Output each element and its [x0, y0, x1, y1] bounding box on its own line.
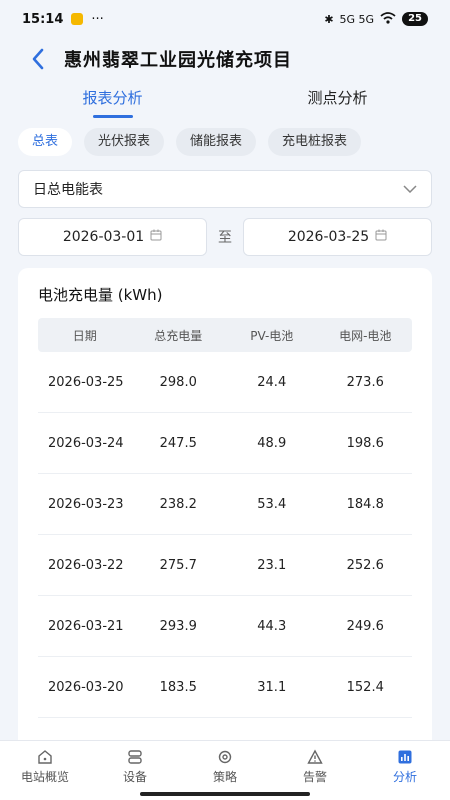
column-header-pv-battery: PV-电池	[250, 328, 294, 343]
data-table: 日期 总充电量 PV-电池 电网-电池 2026-03-25 298.0 24.4 2…	[38, 318, 412, 779]
page-title: 惠州翡翠工业园光储充项目	[64, 50, 292, 71]
cell-total-charge: 238.2	[159, 496, 197, 512]
cell-pv-battery: 24.4	[257, 374, 287, 390]
cell-total-charge: 275.7	[159, 557, 197, 573]
report-select-value: 日总电能表	[33, 182, 103, 198]
date-separator: 至	[218, 230, 232, 246]
tab-label: 分析	[392, 770, 417, 784]
tab-point-analysis[interactable]: 测点分析	[225, 82, 450, 118]
start-date-field[interactable]: 2026-03-01	[18, 218, 207, 256]
cell-grid-battery: 273.6	[346, 374, 384, 390]
table-row: 2026-03-21 293.9 44.3 249.6	[38, 596, 412, 657]
cell-pv-battery: 44.3	[257, 618, 287, 634]
table-row: 2026-03-24 247.5 48.9 198.6	[38, 413, 412, 474]
cell-pv-battery: 48.9	[257, 435, 287, 451]
cell-grid-battery: 252.6	[346, 557, 384, 573]
status-bar: 15:14 ··· ✱ 5G 5G 25	[0, 0, 450, 38]
cell-total-charge: 183.5	[159, 679, 197, 695]
end-date-value: 2026-03-25	[287, 229, 370, 245]
battery-charge-card: 电池充电量 (kWh) 日期 总充电量 PV-电池 电网-电池 2026-03-…	[18, 268, 432, 788]
column-header-grid-battery: 电网-电池	[339, 328, 392, 343]
main-tabs: 报表分析 测点分析	[0, 82, 450, 118]
report-type-tabs: 总表 光伏报表 储能报表 充电桩报表	[18, 128, 362, 156]
cell-pv-battery: 23.1	[257, 557, 287, 573]
cell-grid-battery: 198.6	[346, 435, 384, 451]
table-body: 2026-03-25 298.0 24.4 273.6 2026-03-24 247.5 4…	[38, 352, 412, 779]
tab-label: 设备	[122, 770, 147, 784]
calendar-icon	[150, 229, 162, 245]
end-date-field[interactable]: 2026-03-25	[243, 218, 432, 256]
tab-label: 电站概览	[20, 770, 69, 784]
tab-overview[interactable]: 电站概览	[0, 741, 90, 800]
table-header: 日期 总充电量 PV-电池 电网-电池	[38, 318, 412, 352]
table-row: 2026-03-23 238.2 53.4 184.8	[38, 474, 412, 535]
status-time: 15:14	[22, 11, 64, 27]
cell-date: 2026-03-23	[48, 496, 124, 512]
tab-label: 告警	[302, 770, 327, 784]
table-row: 2026-03-20 183.5 31.1 152.4	[38, 657, 412, 718]
report-select[interactable]: 日总电能表	[18, 170, 432, 208]
page-header: 惠州翡翠工业园光储充项目	[0, 38, 450, 80]
date-range: 2026-03-01 至 2026-03-25	[18, 218, 432, 256]
cell-date: 2026-03-20	[48, 679, 124, 695]
cell-grid-battery: 249.6	[346, 618, 384, 634]
device-icon	[128, 750, 142, 764]
table-row: 2026-03-22 275.7 23.1 252.6	[38, 535, 412, 596]
cell-grid-battery: 152.4	[346, 679, 384, 695]
calendar-icon	[375, 229, 387, 245]
start-date-value: 2026-03-01	[62, 229, 145, 245]
chip-charger-report[interactable]: 充电桩报表	[268, 128, 362, 156]
wifi-icon	[380, 11, 396, 27]
cell-date: 2026-03-21	[48, 618, 124, 634]
cell-date: 2026-03-22	[48, 557, 124, 573]
tab-report-analysis[interactable]: 报表分析	[0, 82, 225, 118]
card-title: 电池充电量 (kWh)	[38, 286, 163, 304]
home-indicator[interactable]	[140, 792, 310, 796]
chevron-down-icon	[403, 181, 417, 197]
cell-grid-battery: 184.8	[346, 496, 384, 512]
bottom-tab-bar: 电站概览 设备 策略 告警 分析	[0, 740, 450, 800]
notification-icon	[71, 13, 84, 25]
column-header-date: 日期	[72, 328, 97, 343]
more-notifications-icon: ···	[91, 11, 104, 27]
signal-label: 5G 5G	[339, 12, 375, 26]
cell-total-charge: 298.0	[159, 374, 197, 390]
strategy-icon	[218, 750, 232, 764]
cell-date: 2026-03-24	[48, 435, 124, 451]
table-row: 2026-03-25 298.0 24.4 273.6	[38, 352, 412, 413]
cell-pv-battery: 53.4	[257, 496, 287, 512]
analysis-icon	[398, 750, 412, 764]
cell-date: 2026-03-25	[48, 374, 124, 390]
chip-storage-report[interactable]: 储能报表	[176, 128, 257, 156]
cell-total-charge: 293.9	[159, 618, 197, 634]
bluetooth-icon: ✱	[324, 12, 334, 26]
alert-icon	[307, 749, 323, 764]
cell-pv-battery: 31.1	[257, 679, 287, 695]
battery-indicator: 25	[402, 12, 428, 26]
tab-label: 策略	[212, 770, 237, 784]
home-icon	[38, 750, 52, 764]
back-arrow-icon[interactable]	[24, 45, 52, 73]
tab-analysis[interactable]: 分析	[360, 741, 450, 800]
column-header-total: 总充电量	[154, 328, 203, 343]
chip-pv-report[interactable]: 光伏报表	[84, 128, 165, 156]
chip-summary[interactable]: 总表	[18, 128, 73, 156]
cell-total-charge: 247.5	[159, 435, 197, 451]
